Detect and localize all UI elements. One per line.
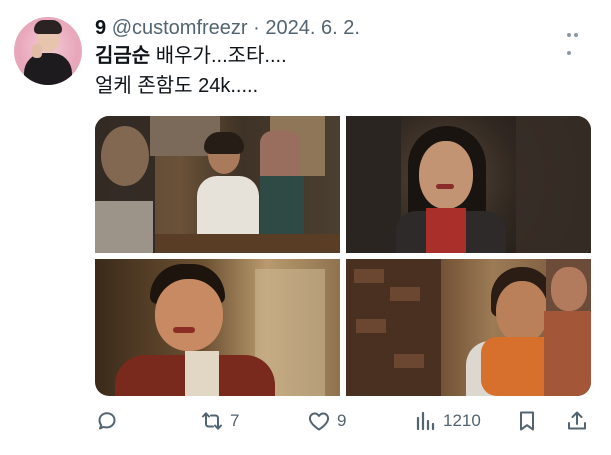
share-button[interactable] xyxy=(565,407,589,435)
tweet: 9 @customfreezr · 2024. 6. 2. 김금순 배우가...… xyxy=(0,0,611,455)
tweet-text-bold: 김금순 xyxy=(95,45,151,67)
like-button[interactable]: 9 xyxy=(307,407,346,435)
author-handle[interactable]: @customfreezr xyxy=(112,17,248,39)
bookmark-button[interactable] xyxy=(515,407,539,435)
tweet-text-line-2: 얼케 존함도 24k..... xyxy=(95,75,259,97)
views-count: 1210 xyxy=(443,411,481,430)
author-name[interactable]: 9 xyxy=(95,17,106,39)
media-grid xyxy=(95,116,591,396)
avatar-hair-shape xyxy=(34,20,62,34)
separator-dot: · xyxy=(253,17,260,39)
retweet-icon xyxy=(202,412,222,430)
share-icon xyxy=(568,411,586,430)
tweet-text-rest: 배우가...조타.... xyxy=(150,45,287,67)
tweet-text-line-1: 김금순 배우가...조타.... xyxy=(95,43,287,69)
avatar[interactable] xyxy=(14,17,82,85)
more-icon[interactable] xyxy=(567,24,587,55)
avatar-hand-shape xyxy=(32,44,42,58)
media-photo-3[interactable] xyxy=(95,259,340,396)
reply-button[interactable] xyxy=(95,407,125,435)
media-photo-4[interactable] xyxy=(346,259,591,396)
media-photo-1[interactable] xyxy=(95,116,340,253)
retweet-count: 7 xyxy=(230,411,240,430)
bookmark-icon xyxy=(520,411,534,431)
media-photo-2[interactable] xyxy=(346,116,591,253)
action-bar: 7 9 1210 xyxy=(95,407,595,435)
like-icon xyxy=(308,412,330,431)
views-icon xyxy=(416,411,435,431)
views-button[interactable]: 1210 xyxy=(413,407,481,435)
tweet-header: 9 @customfreezr · 2024. 6. 2. xyxy=(95,16,360,40)
like-count: 9 xyxy=(337,411,347,430)
retweet-button[interactable]: 7 xyxy=(200,407,239,435)
reply-icon xyxy=(98,412,116,430)
tweet-date[interactable]: 2024. 6. 2. xyxy=(265,17,360,39)
avatar-body-shape xyxy=(24,53,72,85)
